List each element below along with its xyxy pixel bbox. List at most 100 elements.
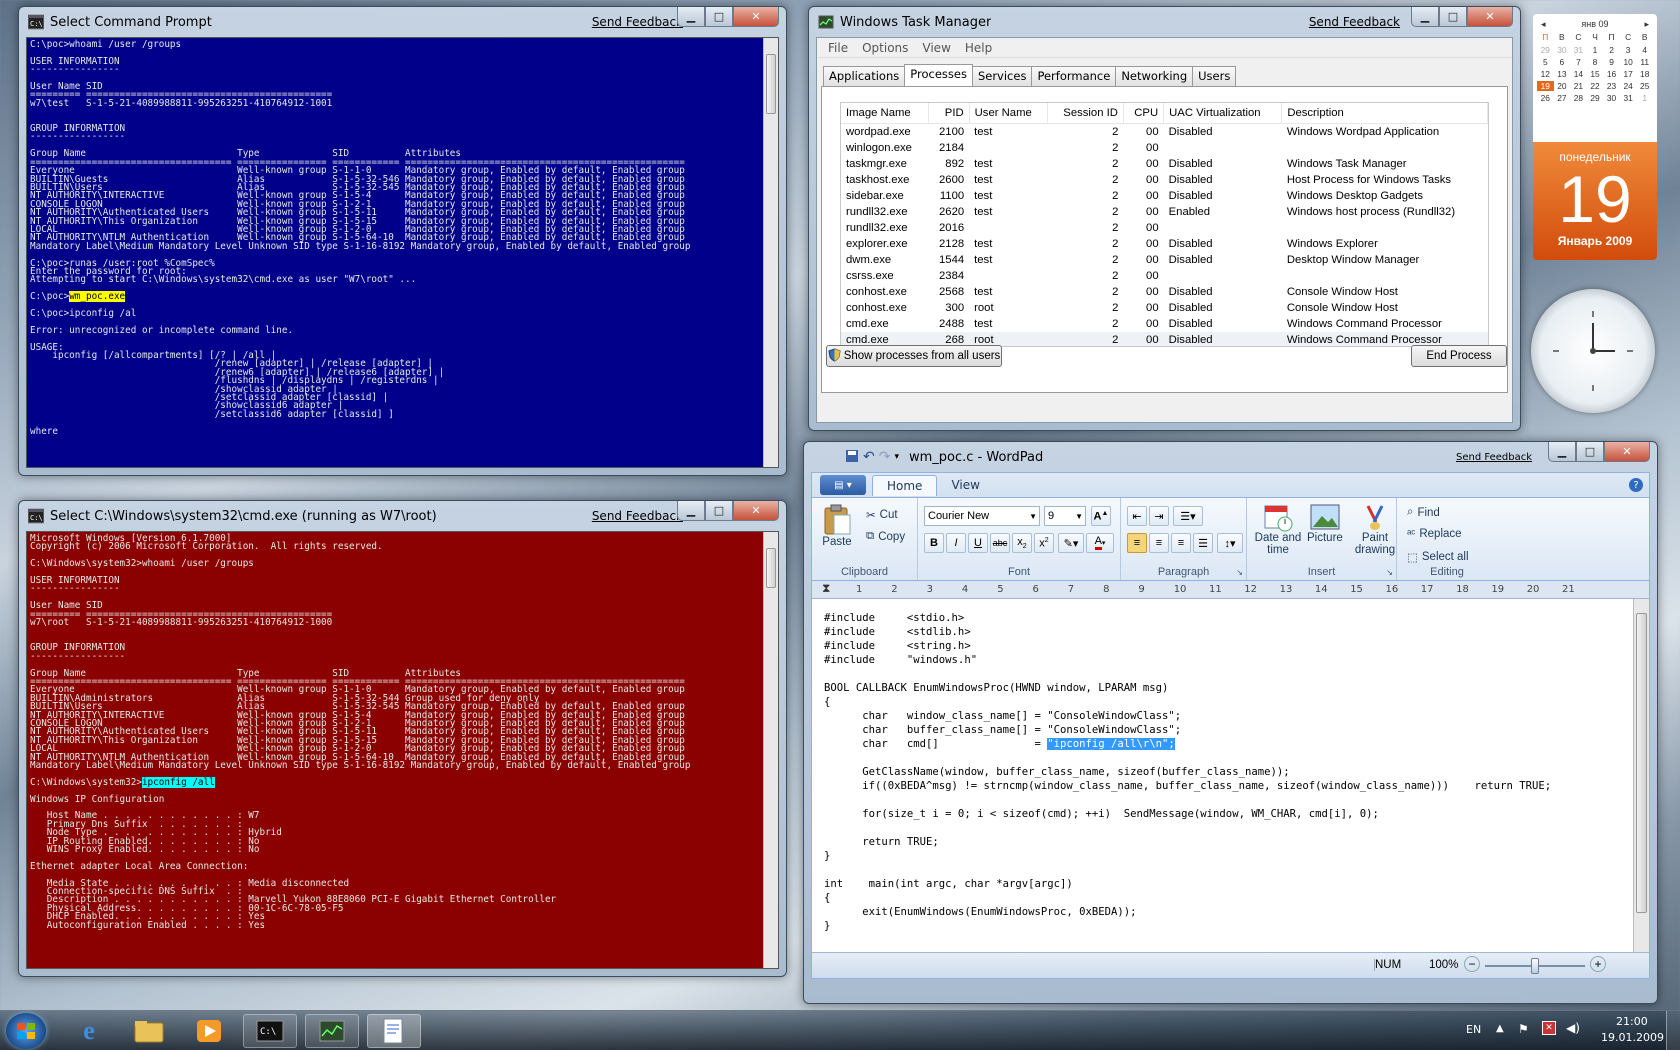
volume-icon[interactable]: ◀) <box>1566 1021 1580 1035</box>
close-button[interactable]: ✕ <box>733 7 779 27</box>
send-feedback-link[interactable]: Send Feedback <box>592 509 683 523</box>
calendar-day[interactable]: 27 <box>1554 93 1571 103</box>
process-row[interactable]: conhost.exe 300 root 2 00 Disabled Console Win… <box>841 300 1488 316</box>
calendar-day[interactable]: 30 <box>1554 45 1571 55</box>
calendar-day[interactable]: 29 <box>1587 93 1604 103</box>
highlight-color-button[interactable]: ✎▾ <box>1058 533 1084 553</box>
clock-date[interactable]: 19.01.2009 <box>1601 1031 1664 1044</box>
tab-processes[interactable]: Processes <box>904 64 973 87</box>
minimize-button[interactable]: ▁ <box>1548 442 1576 462</box>
minimize-button[interactable]: ▁ <box>1411 7 1439 27</box>
process-row[interactable]: taskhost.exe 2600 test 2 00 Disabled Host Proc… <box>841 172 1488 188</box>
cmd-window-root[interactable]: C:\ Select C:\Windows\system32\cmd.exe (… <box>18 500 787 977</box>
scroll-thumb[interactable] <box>1636 613 1647 913</box>
zoom-out-icon[interactable]: − <box>1464 956 1480 972</box>
ruler[interactable]: ⧗ 1 2 3 4 5 6 7 8 9 10 11 12 13 14 15 16 17 18 19 20 21 <box>812 581 1649 599</box>
calendar-day[interactable]: 31 <box>1570 45 1587 55</box>
calendar-day[interactable]: 14 <box>1570 69 1587 79</box>
calendar-day[interactable]: 11 <box>1636 57 1653 67</box>
calendar-day[interactable]: 25 <box>1636 81 1653 91</box>
strikethrough-button[interactable]: abc <box>990 533 1010 553</box>
align-right-button[interactable]: ≡ <box>1171 533 1191 553</box>
column-header-image-name[interactable]: Image Name <box>841 103 930 124</box>
calendar-gadget[interactable]: ◂ янв 09 ▸ ПВСЧПСВ 29 30 31 1 2 3 4 5 6 7 8 9 10 11 12… <box>1533 14 1657 272</box>
calendar-day[interactable]: 9 <box>1603 57 1620 67</box>
vertical-scrollbar[interactable] <box>1633 599 1649 952</box>
calendar-day[interactable]: 3 <box>1620 45 1637 55</box>
calendar-day[interactable]: 1 <box>1587 45 1604 55</box>
title-bar[interactable]: C:\ Select C:\Windows\system32\cmd.exe (… <box>26 501 779 531</box>
calendar-day[interactable]: 15 <box>1587 69 1604 79</box>
vertical-scrollbar[interactable] <box>763 532 778 968</box>
media-player-taskbar-button[interactable] <box>182 1014 236 1048</box>
wordpad-taskbar-button[interactable] <box>367 1014 421 1048</box>
column-header-description[interactable]: Description <box>1281 103 1488 124</box>
help-icon[interactable]: ? <box>1629 478 1643 492</box>
font-color-button[interactable]: A ▾ <box>1086 533 1114 553</box>
tab-performance[interactable]: Performance <box>1031 66 1117 86</box>
calendar-day[interactable]: 23 <box>1603 81 1620 91</box>
calendar-day[interactable]: 21 <box>1570 81 1587 91</box>
process-row[interactable]: csrss.exe 2384 2 00 <box>841 268 1488 284</box>
dialog-launcher-icon[interactable]: ↘ <box>1236 568 1243 577</box>
clock-time[interactable]: 21:00 <box>1616 1015 1648 1028</box>
task-manager-window[interactable]: Windows Task Manager Send Feedback ▁ □ ✕… <box>808 6 1521 431</box>
send-feedback-link[interactable]: Send Feedback <box>1309 15 1400 29</box>
bullets-button[interactable]: ☰▾ <box>1173 506 1203 526</box>
dialog-launcher-icon[interactable]: ↘ <box>1386 568 1393 577</box>
menu-options[interactable]: Options <box>855 41 915 55</box>
save-icon[interactable] <box>845 449 859 466</box>
scroll-thumb[interactable] <box>766 54 776 114</box>
zoom-slider[interactable] <box>1485 958 1585 974</box>
paste-button[interactable]: Paste <box>822 504 852 548</box>
calendar-day[interactable]: 19 <box>1537 81 1554 91</box>
find-button[interactable]: ⌕ Find <box>1407 506 1440 519</box>
calendar-day[interactable]: 5 <box>1537 57 1554 67</box>
scroll-thumb[interactable] <box>766 548 776 588</box>
minimize-button[interactable]: ▁ <box>677 501 705 521</box>
menu-view[interactable]: View <box>915 41 957 55</box>
action-center-icon[interactable]: ⚑ <box>1518 1022 1529 1036</box>
network-icon[interactable]: ✕ <box>1542 1021 1556 1035</box>
send-feedback-link[interactable]: Send Feedback <box>592 15 683 29</box>
subscript-button[interactable]: x2 <box>1012 533 1032 553</box>
italic-button[interactable]: I <box>946 533 966 553</box>
next-month-icon[interactable]: ▸ <box>1644 19 1649 30</box>
zoom-in-icon[interactable]: + <box>1590 956 1606 972</box>
calendar-day[interactable]: 20 <box>1554 81 1571 91</box>
calendar-day[interactable]: 6 <box>1554 57 1571 67</box>
decrease-indent-button[interactable]: ⇤ <box>1127 506 1147 526</box>
minimize-button[interactable]: ▁ <box>677 7 705 27</box>
tab-users[interactable]: Users <box>1192 66 1237 86</box>
calendar-day[interactable]: 17 <box>1620 69 1637 79</box>
send-feedback-link[interactable]: Send Feedback <box>1456 452 1532 463</box>
end-process-button[interactable]: End Process <box>1411 345 1507 367</box>
font-family-combo[interactable]: Courier New ▼ <box>924 506 1040 526</box>
explorer-taskbar-button[interactable] <box>122 1014 176 1048</box>
process-row[interactable]: explorer.exe 2128 test 2 00 Disabled Windows E… <box>841 236 1488 252</box>
indent-marker-icon[interactable]: ⧗ <box>822 581 830 596</box>
process-row[interactable]: winlogon.exe 2184 2 00 <box>841 140 1488 156</box>
tab-services[interactable]: Services <box>971 66 1033 86</box>
superscript-button[interactable]: x2 <box>1034 533 1054 553</box>
bold-button[interactable]: B <box>924 533 944 553</box>
calendar-day[interactable]: 26 <box>1537 93 1554 103</box>
cmd-taskbar-button[interactable]: C:\ <box>243 1014 297 1048</box>
console-output[interactable]: Microsoft Windows [Version 6.1.7000] Cop… <box>26 531 779 969</box>
internet-explorer-taskbar-button[interactable]: e <box>62 1014 116 1048</box>
menu-file[interactable]: File <box>821 41 855 55</box>
calendar-day[interactable]: 2 <box>1603 45 1620 55</box>
calendar-day[interactable]: 4 <box>1636 45 1653 55</box>
clock-gadget[interactable] <box>1531 289 1655 413</box>
calendar-day[interactable]: 28 <box>1570 93 1587 103</box>
calendar-day[interactable]: 1 <box>1636 93 1653 103</box>
maximize-button[interactable]: □ <box>705 7 733 27</box>
picture-button[interactable]: Picture <box>1307 502 1343 544</box>
title-bar[interactable]: ↶ ↷ ▾ wm_poc.c - WordPad Send Feedback ▁… <box>811 442 1650 472</box>
zoom-slider-thumb[interactable] <box>1531 958 1539 974</box>
column-header-user-name[interactable]: User Name <box>969 103 1049 124</box>
process-row[interactable]: conhost.exe 2568 test 2 00 Disabled Console Wi… <box>841 284 1488 300</box>
process-row[interactable]: cmd.exe 2488 test 2 00 Disabled Windows Comman… <box>841 316 1488 332</box>
start-button[interactable] <box>6 1013 46 1049</box>
process-row[interactable]: dwm.exe 1544 test 2 00 Disabled Desktop Window… <box>841 252 1488 268</box>
